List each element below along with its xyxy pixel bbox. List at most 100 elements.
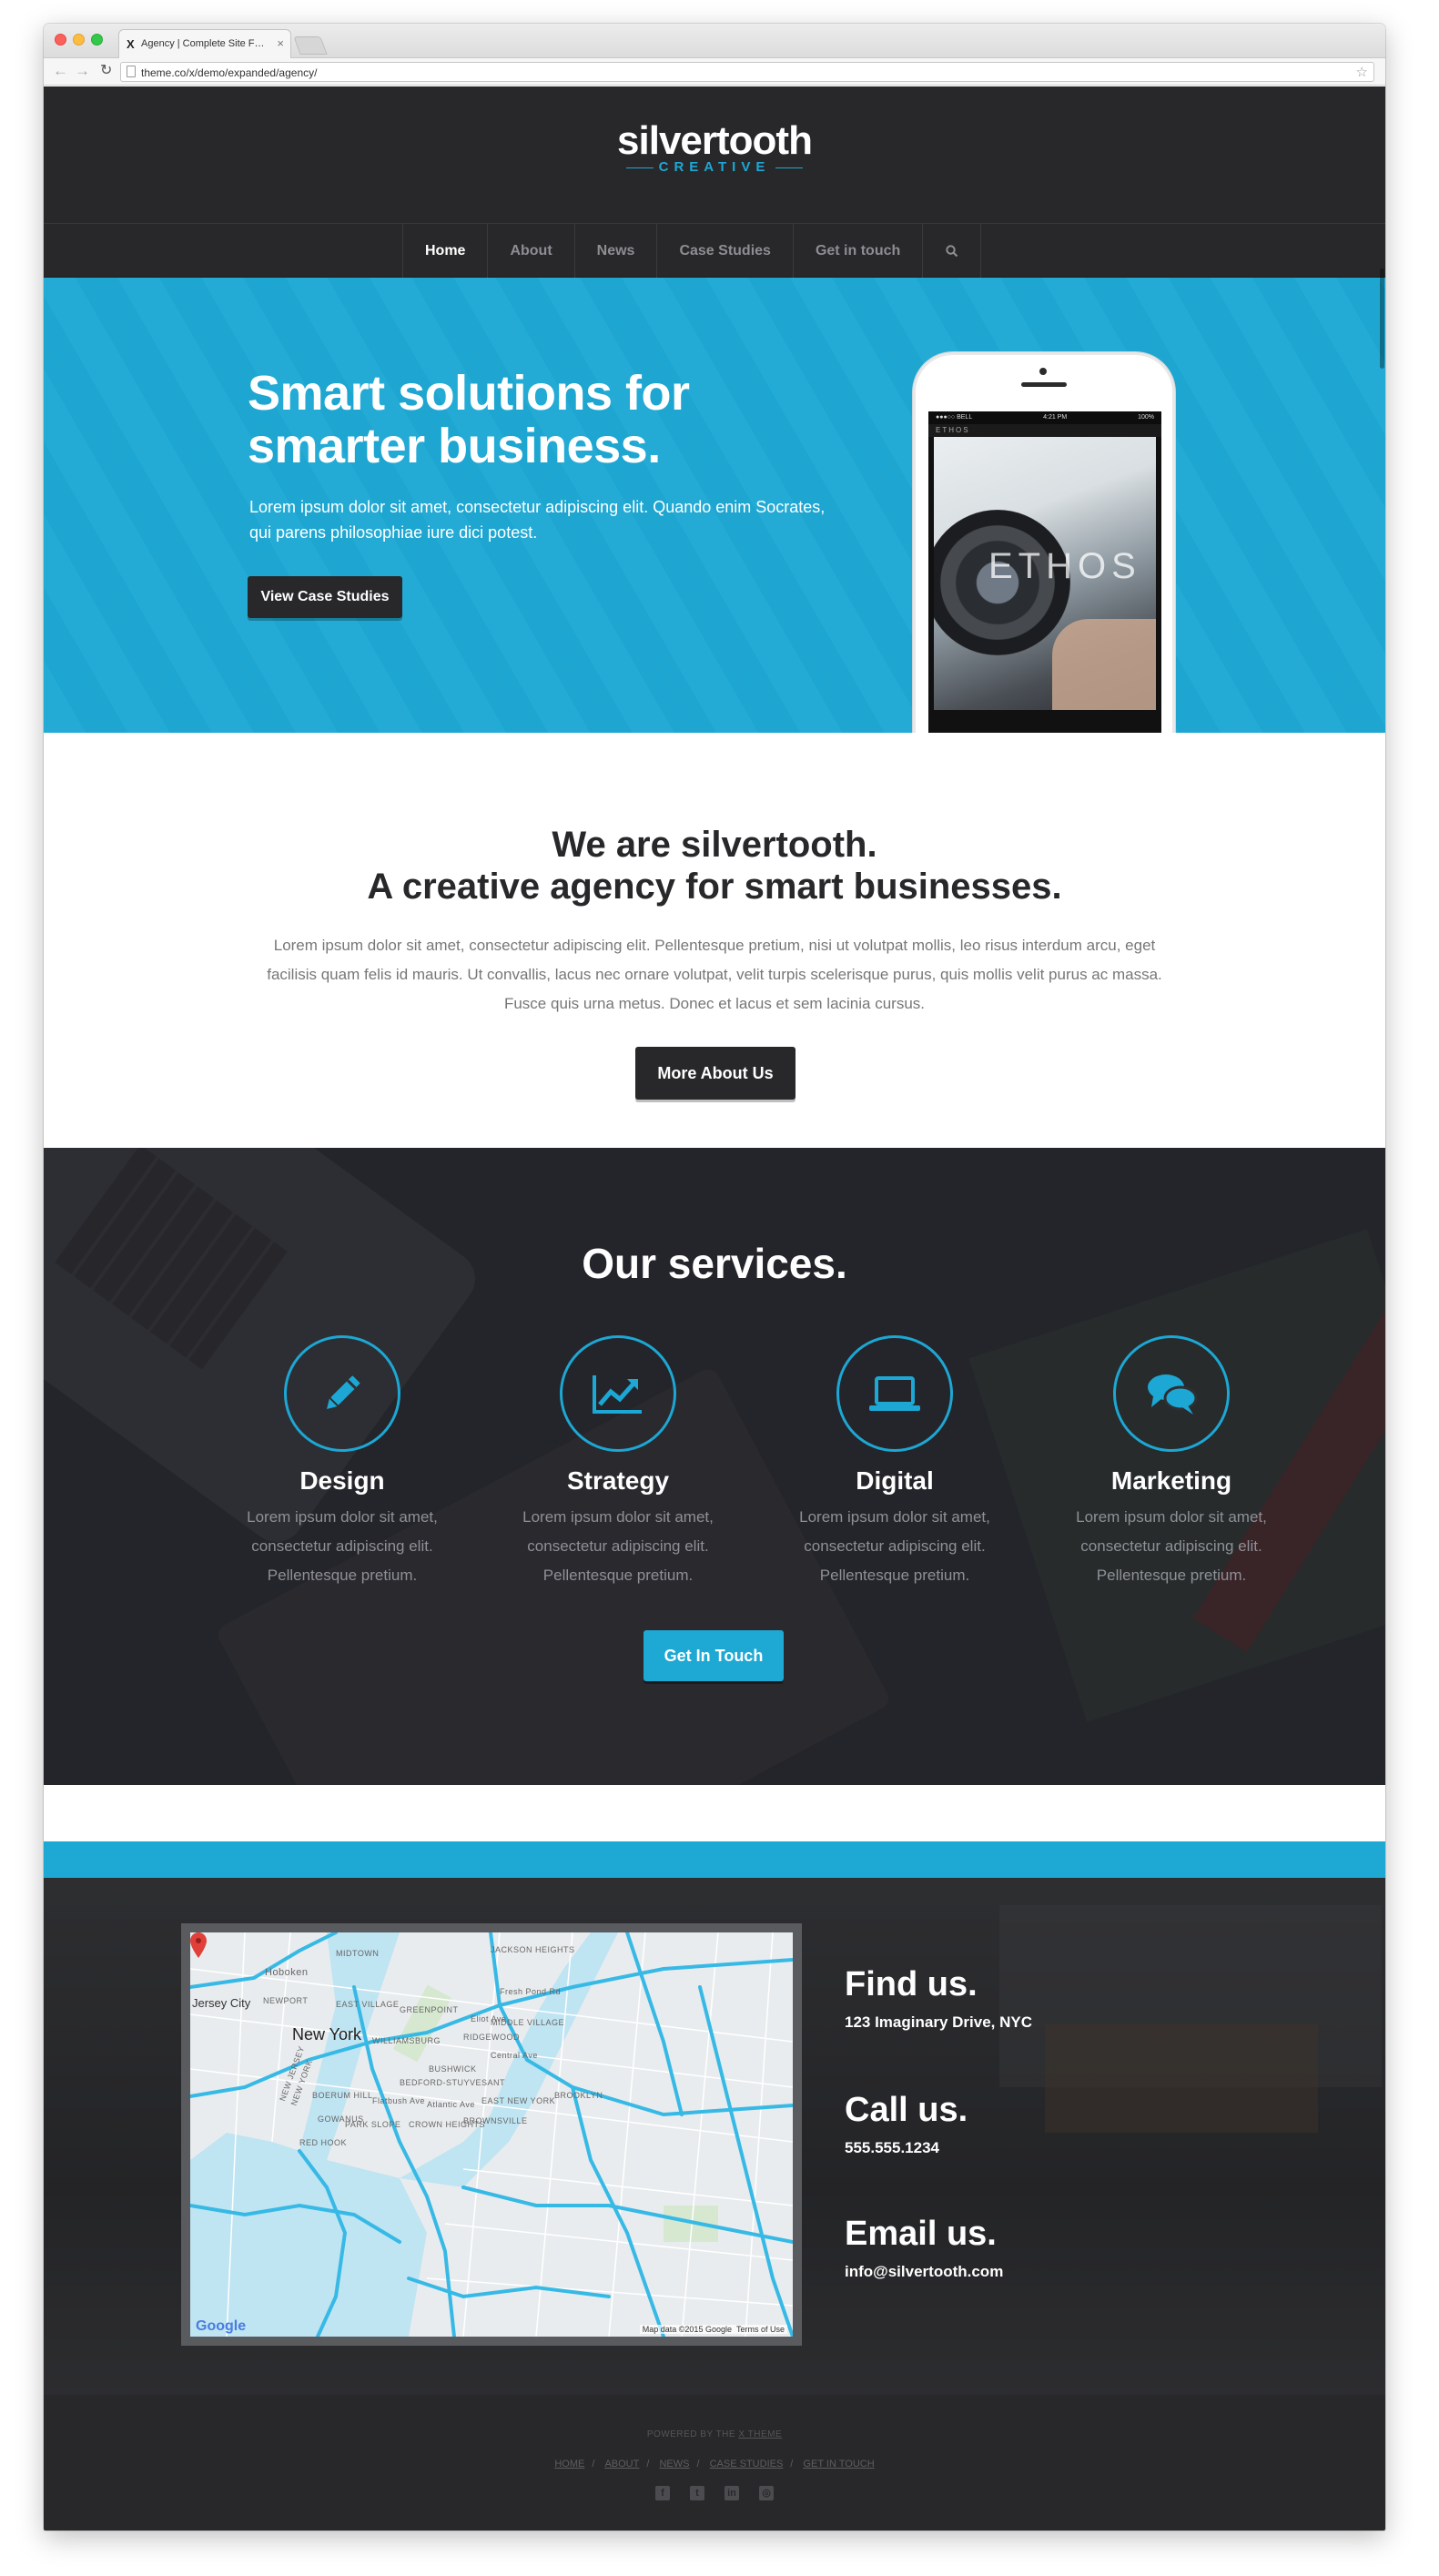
photo-overlay-text: ETHOS — [988, 546, 1141, 586]
browser-window: X Agency | Complete Site F… × ← → ↻ them… — [44, 24, 1385, 2530]
map-label-ridgewood: RIDGEWOOD — [463, 2033, 520, 2042]
tab-close-icon[interactable]: × — [277, 36, 284, 50]
about-text: Lorem ipsum dolor sit amet, consectetur … — [267, 937, 1162, 1012]
nav-item-news[interactable]: News — [575, 224, 658, 279]
site-logo[interactable]: silvertooth CREATIVE — [44, 118, 1385, 176]
get-in-touch-button[interactable]: Get In Touch — [643, 1630, 784, 1681]
email-link[interactable]: info@silvertooth.com — [845, 2263, 1003, 2281]
back-arrow-icon[interactable]: ← — [53, 62, 68, 80]
service-name: Strategy — [566, 1466, 670, 1495]
service-design: Design Lorem ipsum dolor sit amet, conse… — [233, 1335, 451, 1590]
map-label-jackson-heights: JACKSON HEIGHTS — [491, 1945, 575, 1954]
map-label-brooklyn: BROOKLYN — [554, 2091, 603, 2100]
service-text: Lorem ipsum dolor sit amet, consectetur … — [1076, 1508, 1267, 1584]
map-label-hoboken: Hoboken — [265, 1967, 309, 1978]
map-label-atlantic-ave: Atlantic Ave — [427, 2100, 475, 2109]
search-icon — [946, 245, 958, 258]
map-attribution: Map data ©2015 Google Terms of Use — [639, 2325, 787, 2334]
map-label-bushwick: BUSHWICK — [429, 2064, 477, 2074]
x-logo-icon: X — [127, 37, 135, 51]
phone-screen: ●●●○○ BELL 4:21 PM 100% ETHOS ETHOS — [928, 411, 1161, 733]
call-us-title: Call us. — [845, 2091, 968, 2129]
map-label-east-village: EAST VILLAGE — [336, 2000, 400, 2009]
phone-camera — [1039, 368, 1047, 375]
hand-image — [1052, 619, 1156, 710]
site-header: silvertooth CREATIVE — [44, 86, 1385, 224]
phone-mockup: ●●●○○ BELL 4:21 PM 100% ETHOS ETHOS — [913, 352, 1175, 733]
service-name: Digital — [856, 1466, 934, 1495]
instagram-icon[interactable]: ◎ — [759, 2486, 774, 2500]
chat-bubbles-icon — [1113, 1335, 1230, 1452]
map-label-brownsville: BROWNSVILLE — [463, 2116, 528, 2125]
find-us-block: Find us. 123 Imaginary Drive, NYC — [845, 1965, 1032, 2032]
browser-toolbar: ← → ↻ theme.co/x/demo/expanded/agency/ ☆ — [44, 58, 1385, 86]
window-maximize-button[interactable] — [91, 34, 103, 46]
phone-app-bar: ETHOS — [928, 424, 1161, 437]
nav-item-about[interactable]: About — [488, 224, 575, 279]
linkedin-icon[interactable]: in — [725, 2486, 739, 2500]
nav-item-home[interactable]: Home — [403, 224, 489, 279]
more-about-us-button[interactable]: More About Us — [635, 1047, 796, 1100]
nav-item-case-studies[interactable]: Case Studies — [657, 224, 794, 279]
accent-band — [44, 1841, 1385, 1878]
map-label-eliot-ave: Eliot Ave — [471, 2014, 507, 2023]
services-title: Our services. — [582, 1240, 847, 1287]
twitter-icon[interactable]: t — [690, 2486, 704, 2500]
window-close-button[interactable] — [55, 34, 66, 46]
powered-by-text: POWERED BY THE X THEME — [646, 2429, 783, 2439]
service-text: Lorem ipsum dolor sit amet, consectetur … — [799, 1508, 990, 1584]
address-bar[interactable]: theme.co/x/demo/expanded/agency/ ☆ — [120, 62, 1374, 82]
map-terms-link[interactable]: Terms of Use — [736, 2325, 785, 2334]
services-section: Our services. Design Lorem ipsum dolor s… — [44, 1148, 1385, 1785]
page-viewport: silvertooth CREATIVE Home About News Cas… — [44, 86, 1385, 2530]
map-label-flatbush-ave: Flatbush Ave — [372, 2096, 425, 2105]
map-pin-icon[interactable] — [190, 1932, 207, 1958]
email-us-block: Email us. info@silvertooth.com — [845, 2215, 1003, 2281]
facebook-icon[interactable]: f — [655, 2486, 670, 2500]
service-name: Design — [299, 1466, 385, 1495]
map-label-williamsburg: WILLIAMSBURG — [372, 2036, 441, 2045]
hero-section: Smart solutions for smarter business. Lor… — [44, 278, 1385, 733]
logo-wordmark: silvertooth — [617, 118, 813, 163]
url-text[interactable]: theme.co/x/demo/expanded/agency/ — [141, 66, 317, 79]
laptop-icon — [836, 1335, 953, 1452]
window-minimize-button[interactable] — [73, 34, 85, 46]
forward-arrow-icon[interactable]: → — [75, 62, 90, 80]
logo-tagline: CREATIVE — [44, 159, 1385, 175]
x-theme-link[interactable]: X THEME — [738, 2429, 782, 2439]
browser-titlebar: X Agency | Complete Site F… × — [44, 24, 1385, 58]
google-map[interactable]: New York Jersey City Hoboken BROOKLYN WI… — [190, 1932, 793, 2337]
view-case-studies-button[interactable]: View Case Studies — [248, 576, 402, 618]
social-links: f t in ◎ — [44, 2486, 1385, 2500]
email-us-title: Email us. — [845, 2215, 997, 2253]
footer-link-case-studies[interactable]: CASE STUDIES — [710, 2459, 784, 2470]
new-tab-button[interactable] — [293, 36, 328, 55]
map-label-fresh-pond-rd: Fresh Pond Rd — [500, 1987, 562, 1996]
footer-link-news[interactable]: NEWS — [659, 2459, 689, 2470]
service-digital: Digital Lorem ipsum dolor sit amet, cons… — [785, 1335, 1004, 1590]
bookmark-star-icon[interactable]: ☆ — [1356, 64, 1368, 80]
reload-icon[interactable]: ↻ — [100, 62, 112, 80]
nav-item-get-in-touch[interactable]: Get in touch — [794, 224, 924, 279]
about-section: We are silvertooth. A creative agency for… — [44, 733, 1385, 1148]
service-strategy: Strategy Lorem ipsum dolor sit amet, con… — [509, 1335, 727, 1590]
map-frame: New York Jersey City Hoboken BROOKLYN WI… — [181, 1923, 802, 2346]
service-marketing: Marketing Lorem ipsum dolor sit amet, co… — [1062, 1335, 1281, 1590]
footer-link-home[interactable]: HOME — [554, 2459, 584, 2470]
map-label-red-hook: RED HOOK — [299, 2138, 348, 2147]
service-text: Lorem ipsum dolor sit amet, consectetur … — [247, 1508, 438, 1584]
nav-search-button[interactable] — [923, 224, 982, 279]
google-logo[interactable]: Google — [196, 2318, 246, 2335]
main-navigation: Home About News Case Studies Get in touc… — [44, 223, 1385, 279]
browser-tab[interactable]: X Agency | Complete Site F… × — [118, 29, 291, 58]
chart-line-icon — [560, 1335, 676, 1452]
phone-number-text[interactable]: 555.555.1234 — [845, 2139, 968, 2157]
site-footer: POWERED BY THE X THEME HOME / ABOUT / NEWS… — [44, 2395, 1385, 2530]
map-label-new-york: New York — [292, 2025, 362, 2044]
footer-link-about[interactable]: ABOUT — [604, 2459, 639, 2470]
page-scrollbar[interactable] — [1380, 269, 1384, 369]
footer-link-get-in-touch[interactable]: GET IN TOUCH — [803, 2459, 874, 2470]
hero-title: Smart solutions for smarter business. — [248, 366, 690, 473]
map-label-jersey-city: Jersey City — [192, 1996, 251, 2010]
service-name: Marketing — [1110, 1466, 1232, 1495]
